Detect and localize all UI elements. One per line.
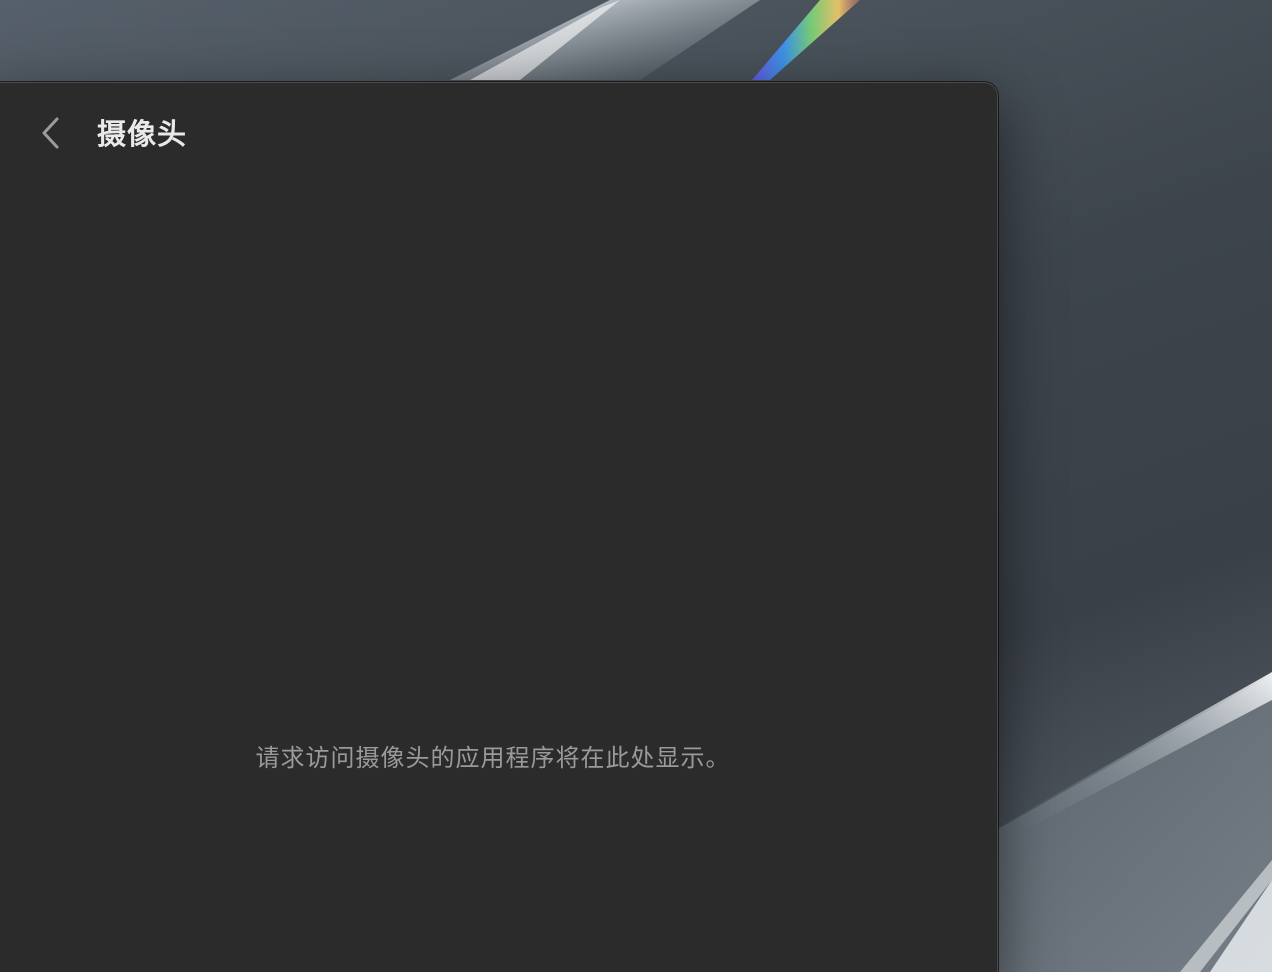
- desktop-wallpaper: 摄像头 请求访问摄像头的应用程序将在此处显示。: [0, 0, 1272, 972]
- back-button[interactable]: [33, 113, 69, 153]
- chevron-left-icon: [42, 117, 59, 149]
- page-title: 摄像头: [97, 117, 188, 151]
- camera-privacy-window: 摄像头 请求访问摄像头的应用程序将在此处显示。: [0, 82, 998, 972]
- empty-state-message: 请求访问摄像头的应用程序将在此处显示。: [255, 744, 731, 772]
- window-header: 摄像头: [0, 83, 997, 187]
